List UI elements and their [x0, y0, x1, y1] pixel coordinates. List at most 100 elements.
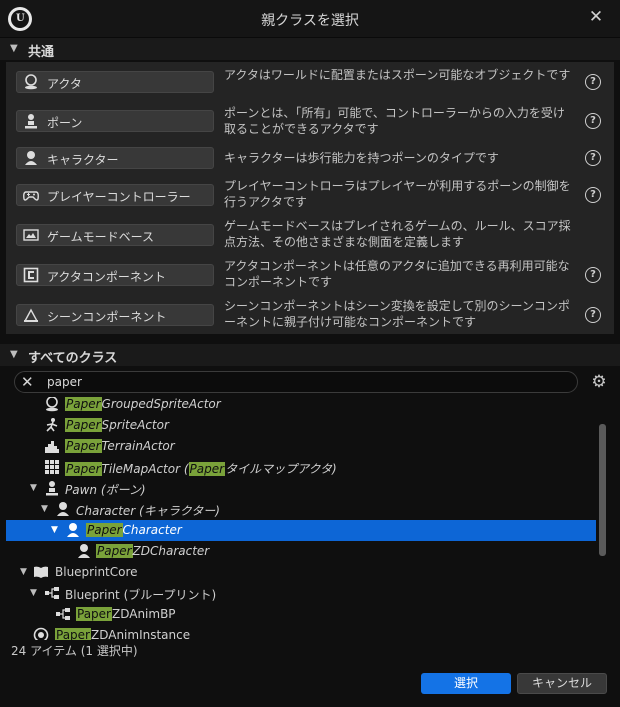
expand-arrow-icon[interactable]: ▼	[30, 588, 37, 598]
common-classes-panel: アクタ アクタはワールドに配置またはスポーン可能なオブジェクトです ? ポーン …	[6, 62, 614, 334]
tree-item-label: PaperZDAnimBP	[76, 607, 176, 621]
tree-row[interactable]: PaperZDAnimBP	[6, 604, 596, 625]
expand-arrow-icon[interactable]: ▼	[20, 567, 27, 577]
item-count-status: 24 アイテム (1 選択中)	[11, 644, 138, 658]
help-icon[interactable]: ?	[585, 307, 601, 323]
actor-component-button-label: アクタコンポーネント	[47, 270, 166, 284]
help-icon[interactable]: ?	[585, 150, 601, 166]
actor-button[interactable]: アクタ	[16, 71, 214, 93]
expand-arrow-icon[interactable]: ▼	[30, 483, 37, 493]
actor-icon	[46, 397, 58, 412]
tree-item-label: PaperTerrainActor	[65, 439, 175, 453]
common-row-game-mode: ゲームモードベース ゲームモードベースはプレイされるゲームの、ルール、スコア採点…	[6, 216, 614, 254]
tree-row[interactable]: PaperZDAnimInstance	[6, 625, 596, 640]
tree-row[interactable]: PaperZDCharacter	[6, 541, 596, 562]
common-row-scene-component: シーンコンポーネント シーンコンポーネントはシーン変換を設定して別のシーンコンポ…	[6, 296, 614, 334]
character-button[interactable]: キャラクター	[16, 147, 214, 169]
player-controller-button[interactable]: プレイヤーコントローラー	[16, 184, 214, 206]
character-icon	[25, 151, 37, 165]
common-row-pawn: ポーン ポーンとは、「所有」可能で、コントローラーからの入力を受け取ることができ…	[6, 102, 614, 140]
help-icon[interactable]: ?	[585, 113, 601, 129]
game-mode-base-button-label: ゲームモードベース	[47, 230, 155, 244]
close-icon: ✕	[588, 7, 604, 27]
help-icon[interactable]: ?	[585, 74, 601, 90]
actor-button-label: アクタ	[47, 77, 82, 91]
tree-item-label: PaperCharacter	[86, 523, 182, 537]
tree-item-label: BlueprintCore	[55, 565, 138, 579]
actor-component-button[interactable]: アクタコンポーネント	[16, 264, 214, 286]
pawn-icon	[25, 114, 37, 129]
help-icon[interactable]: ?	[585, 187, 601, 203]
expand-arrow-icon[interactable]: ▼	[41, 504, 48, 514]
book-icon	[34, 566, 48, 578]
help-icon[interactable]: ?	[585, 267, 601, 283]
tree-row[interactable]: PaperSpriteActor	[6, 415, 596, 436]
tilemap-grid-icon	[45, 460, 59, 474]
tree-item-label: Pawn (ポーン)	[65, 483, 146, 497]
scene-component-button-label: シーンコンポーネント	[47, 310, 167, 324]
tree-row[interactable]: ▼ BlueprintCore	[6, 562, 596, 583]
blueprint-node-icon	[56, 608, 70, 620]
collapse-arrow-icon: ▼	[10, 43, 18, 54]
tree-scrollbar[interactable]	[599, 424, 606, 556]
character-button-label: キャラクター	[47, 153, 119, 167]
blueprint-node-icon	[45, 587, 59, 599]
tree-item-label: Blueprint (ブループリント)	[65, 588, 217, 602]
tree-item-label: PaperZDAnimInstance	[55, 628, 191, 640]
character-description: キャラクターは歩行能力を持つポーンのタイプです	[224, 151, 499, 165]
class-tree: PaperGroupedSpriteActor PaperSpriteActor…	[6, 397, 610, 640]
player-controller-description: プレイヤーコントローラはプレイヤーが利用するポーンの制御を行うアクタです	[224, 179, 571, 209]
collapse-arrow-icon: ▼	[10, 349, 18, 360]
scene-component-button[interactable]: シーンコンポーネント	[16, 304, 214, 326]
common-section-header[interactable]: ▼ 共通	[0, 38, 620, 60]
pawn-description: ポーンとは、「所有」可能で、コントローラーからの入力を受け取ることができるアクタ…	[224, 106, 565, 136]
class-search-input[interactable]: ✕ paper	[14, 371, 578, 393]
scene-component-icon	[23, 308, 39, 322]
cancel-button[interactable]: キャンセル	[517, 673, 607, 694]
all-classes-section-label: すべてのクラス	[28, 351, 118, 366]
pawn-button[interactable]: ポーン	[16, 110, 214, 132]
window-title: 親クラスを選択	[261, 13, 359, 29]
tree-item-label: PaperZDCharacter	[96, 544, 210, 558]
common-row-player-controller: プレイヤーコントローラー プレイヤーコントローラはプレイヤーが利用するポーンの制…	[6, 176, 614, 214]
actor-component-icon	[23, 267, 39, 283]
close-button[interactable]: ✕	[584, 5, 608, 29]
common-section-label: 共通	[28, 45, 55, 60]
common-row-character: キャラクター キャラクターは歩行能力を持つポーンのタイプです ?	[6, 142, 614, 180]
search-value: paper	[47, 375, 82, 389]
actor-icon	[25, 74, 37, 90]
tree-row[interactable]: ▼ Pawn (ポーン)	[6, 478, 596, 499]
player-controller-button-label: プレイヤーコントローラー	[47, 190, 191, 204]
game-mode-base-description: ゲームモードベースはプレイされるゲームの、ルール、スコア採点方法、その他さまざま…	[224, 219, 571, 249]
scene-component-description: シーンコンポーネントはシーン変換を設定して別のシーンコンポーネントに親子付け可能…	[224, 299, 570, 329]
clear-search-icon[interactable]: ✕	[21, 373, 34, 391]
gamemode-icon	[23, 229, 39, 241]
tree-row[interactable]: PaperGroupedSpriteActor	[6, 397, 596, 415]
select-button[interactable]: 選択	[421, 673, 511, 694]
sprite-actor-icon	[46, 418, 58, 432]
settings-gear-icon[interactable]: ⚙	[589, 372, 609, 392]
gamepad-icon	[23, 191, 39, 201]
actor-component-description: アクタコンポーネントは任意のアクタに追加できる再利用可能なコンポーネントです	[224, 259, 570, 289]
actor-description: アクタはワールドに配置またはスポーン可能なオブジェクトです	[224, 68, 571, 82]
game-mode-base-button[interactable]: ゲームモードベース	[16, 224, 214, 246]
tree-item-label: PaperSpriteActor	[65, 418, 169, 432]
tree-item-label: Character (キャラクター)	[76, 504, 220, 518]
all-classes-section-header[interactable]: ▼ すべてのクラス	[0, 344, 620, 366]
tree-row[interactable]: PaperTerrainActor	[6, 436, 596, 457]
title-bar: U 親クラスを選択 ✕	[0, 0, 620, 38]
anim-instance-icon	[33, 627, 49, 640]
tree-item-label: PaperGroupedSpriteActor	[65, 397, 221, 411]
common-row-actor-component: アクタコンポーネント アクタコンポーネントは任意のアクタに追加できる再利用可能な…	[6, 256, 614, 294]
expand-arrow-icon[interactable]: ▼	[51, 525, 58, 535]
character-icon	[57, 502, 69, 516]
tree-item-label: PaperTileMapActor (Paperタイルマップアクタ)	[65, 462, 337, 476]
tree-row-selected[interactable]: ▼ PaperCharacter	[6, 520, 596, 541]
tree-row[interactable]: ▼ Blueprint (ブループリント)	[6, 583, 596, 604]
pawn-button-label: ポーン	[47, 116, 83, 130]
common-row-actor: アクタ アクタはワールドに配置またはスポーン可能なオブジェクトです ?	[6, 64, 614, 102]
terrain-actor-icon	[45, 441, 59, 453]
tree-row[interactable]: ▼ Character (キャラクター)	[6, 499, 596, 520]
tree-row[interactable]: PaperTileMapActor (Paperタイルマップアクタ)	[6, 457, 596, 478]
pawn-icon	[46, 481, 58, 496]
